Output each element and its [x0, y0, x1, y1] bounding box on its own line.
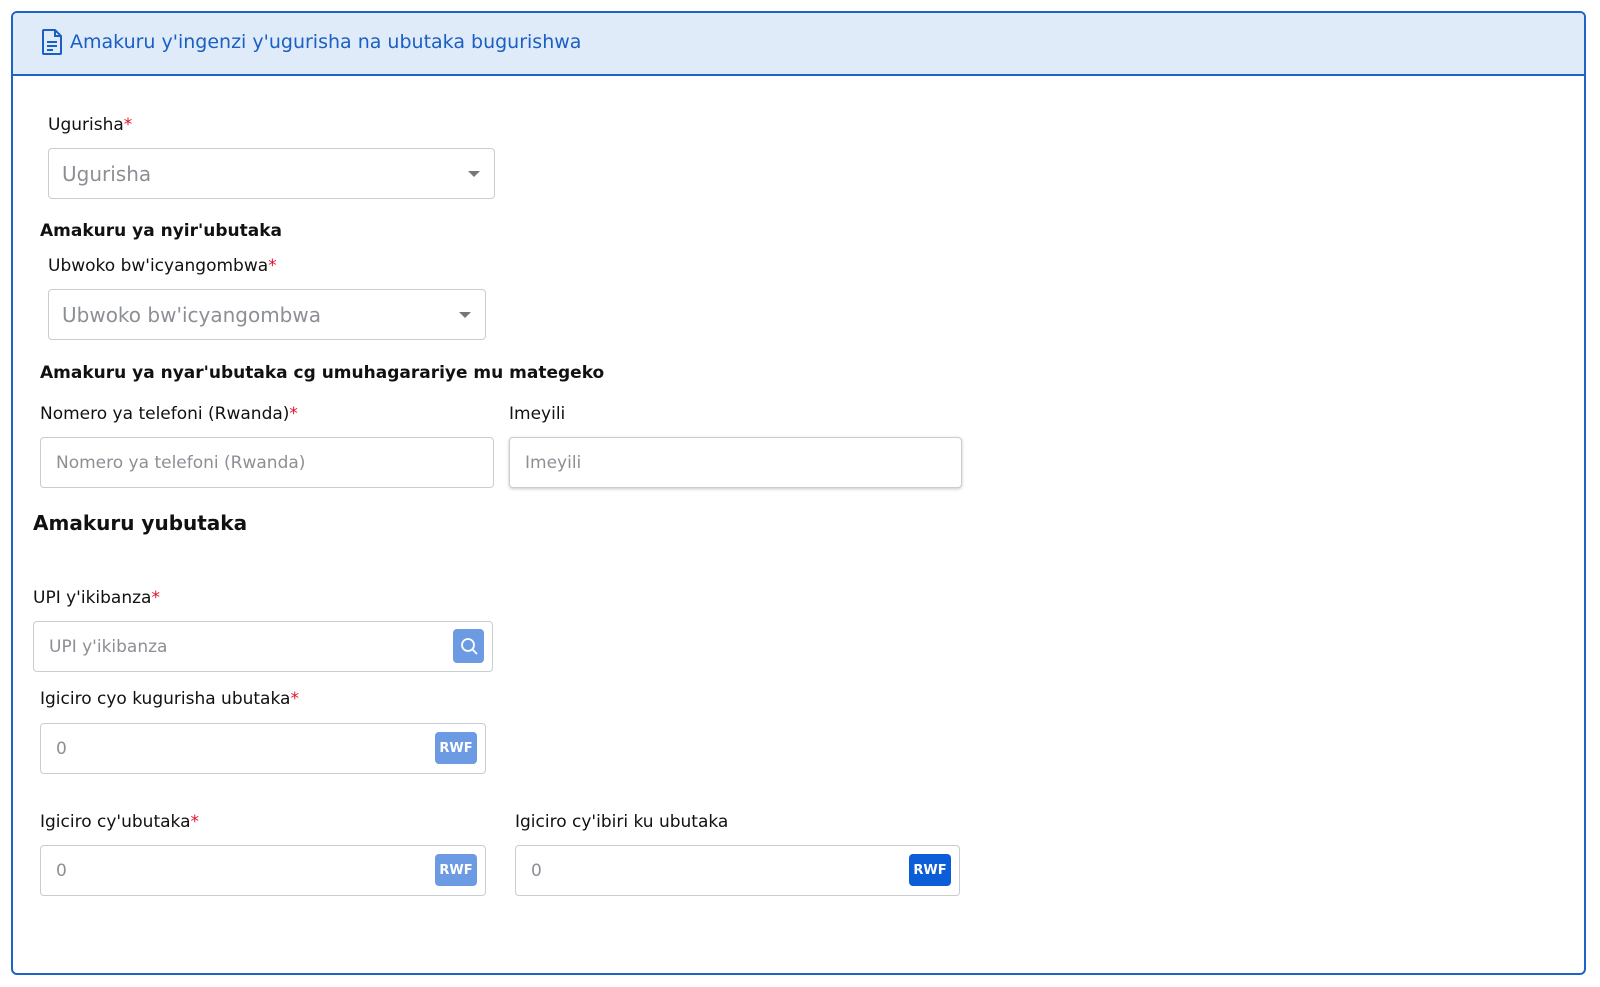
email-label: Imeyili	[509, 404, 566, 424]
sale-price-value: 0	[56, 739, 67, 759]
land-value-value: 0	[56, 861, 67, 881]
required-mark: *	[190, 812, 200, 832]
card-title: Amakuru y'ingenzi y'ugurisha na ubutaka …	[70, 31, 582, 53]
document-icon	[41, 29, 63, 55]
seller-select[interactable]: Ugurisha	[48, 148, 495, 199]
email-input[interactable]: Imeyili	[509, 437, 962, 488]
document-type-select-value: Ubwoko bw'icyangombwa	[62, 303, 321, 327]
upi-placeholder: UPI y'ikibanza	[49, 637, 168, 657]
required-mark: *	[151, 588, 160, 608]
phone-input[interactable]: Nomero ya telefoni (Rwanda)	[40, 437, 494, 488]
document-type-select[interactable]: Ubwoko bw'icyangombwa	[48, 289, 486, 340]
legal-section-title: Amakuru ya nyar'ubutaka cg umuhagarariye…	[40, 363, 605, 383]
document-type-label: Ubwoko bw'icyangombwa*	[48, 256, 277, 276]
currency-badge: RWF	[435, 732, 477, 764]
required-mark: *	[268, 256, 277, 276]
upi-input[interactable]: UPI y'ikibanza	[33, 621, 493, 672]
sale-price-label: Igiciro cyo kugurisha ubutaka*	[40, 689, 299, 709]
search-icon	[460, 638, 477, 655]
land-section-title: Amakuru yubutaka	[33, 511, 248, 535]
owner-section-title: Amakuru ya nyir'ubutaka	[40, 221, 282, 241]
sale-price-label-text: Igiciro cyo kugurisha ubutaka	[40, 689, 291, 709]
phone-label: Nomero ya telefoni (Rwanda)*	[40, 404, 298, 424]
currency-badge: RWF	[909, 854, 951, 886]
currency-badge: RWF	[435, 854, 477, 886]
land-value-input[interactable]: 0 RWF	[40, 845, 486, 896]
land-value-label: Igiciro cy'ubutaka*	[40, 812, 199, 832]
search-button[interactable]	[453, 629, 484, 663]
seller-label: Ugurisha*	[48, 115, 132, 135]
land-value-label-text: Igiciro cy'ubutaka	[40, 812, 191, 832]
seller-select-value: Ugurisha	[62, 162, 152, 186]
sale-price-input[interactable]: 0 RWF	[40, 723, 486, 774]
required-mark: *	[289, 404, 298, 424]
improvements-value-input[interactable]: 0 RWF	[515, 845, 960, 896]
email-placeholder: Imeyili	[525, 453, 582, 473]
phone-placeholder: Nomero ya telefoni (Rwanda)	[56, 453, 306, 473]
document-type-label-text: Ubwoko bw'icyangombwa	[48, 256, 269, 276]
seller-label-text: Ugurisha	[48, 115, 124, 135]
upi-label-text: UPI y'ikibanza	[33, 588, 152, 608]
chevron-down-icon	[459, 312, 471, 318]
required-mark: *	[123, 115, 133, 135]
upi-label: UPI y'ikibanza*	[33, 588, 160, 608]
improvements-value-value: 0	[531, 861, 542, 881]
required-mark: *	[290, 689, 299, 709]
card-header: Amakuru y'ingenzi y'ugurisha na ubutaka …	[13, 13, 1584, 76]
chevron-down-icon	[468, 171, 480, 177]
phone-label-text: Nomero ya telefoni (Rwanda)	[40, 404, 290, 424]
improvements-value-label: Igiciro cy'ibiri ku ubutaka	[515, 812, 729, 832]
